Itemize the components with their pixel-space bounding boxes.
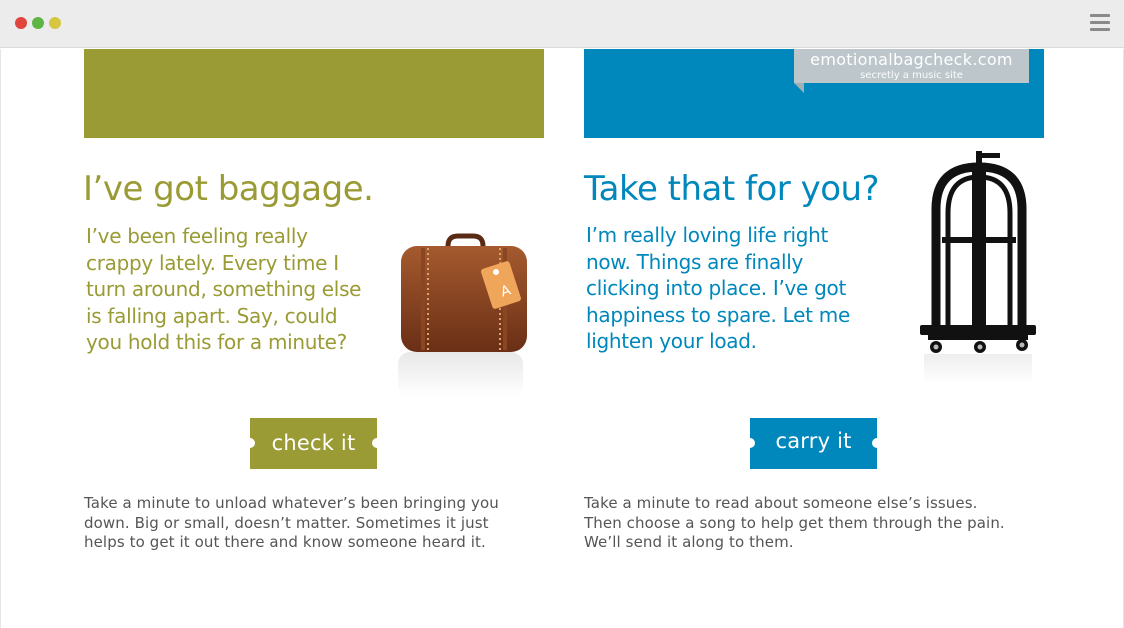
right-description-line: Then choose a song to help get them thro… (584, 513, 1005, 532)
left-body-line: is falling apart. Say, could (86, 303, 338, 328)
minimize-window-button[interactable] (32, 17, 44, 29)
carry-it-button[interactable]: carry it (745, 418, 882, 469)
close-window-button[interactable] (15, 17, 27, 29)
left-description-line: down. Big or small, doesn’t matter. Some… (84, 513, 489, 532)
left-body-line: I’ve been feeling really (86, 224, 308, 248)
left-body-line: crappy lately. Every time I (86, 250, 339, 275)
hamburger-menu-icon[interactable] (1090, 14, 1110, 32)
right-body-line: now. Things are finally (586, 249, 804, 274)
page-content: emotionalbagcheck.com secretly a music s… (0, 49, 1124, 628)
right-description: Take a minute to read about someone else… (584, 494, 1044, 553)
site-tagline: secretly a music site (860, 70, 963, 81)
browser-title-bar (0, 0, 1124, 48)
left-body-line: turn around, something else (86, 277, 362, 301)
left-heading: I’ve got baggage. (83, 169, 374, 209)
luggage-cart-icon (920, 151, 1036, 384)
suitcase-icon: A (398, 233, 527, 397)
right-description-line: We’ll send it along to them. (584, 533, 794, 551)
right-body-line: clicking into place. I’ve got (586, 276, 846, 300)
right-body-line: lighten your load. (586, 329, 757, 353)
left-description-line: helps to get it out there and know someo… (84, 533, 486, 551)
site-logo[interactable]: emotionalbagcheck.com secretly a music s… (794, 49, 1029, 93)
right-heading: Take that for you? (584, 169, 880, 209)
right-body-line: I’m really loving life right (586, 223, 829, 247)
left-body-line: you hold this for a minute? (86, 330, 348, 354)
check-it-button[interactable]: check it (245, 418, 382, 469)
zoom-window-button[interactable] (49, 17, 61, 29)
left-description: Take a minute to unload whatever’s been … (84, 494, 544, 553)
left-description-line: Take a minute to unload whatever’s been … (84, 494, 499, 512)
right-description-line: Take a minute to read about someone else… (584, 494, 978, 512)
right-body-line: happiness to spare. Let me (586, 302, 850, 327)
left-body-text: I’ve been feeling really crappy lately. … (86, 223, 396, 356)
site-name: emotionalbagcheck.com (810, 50, 1013, 69)
left-banner (84, 49, 544, 138)
right-body-text: I’m really loving life right now. Things… (586, 222, 906, 355)
